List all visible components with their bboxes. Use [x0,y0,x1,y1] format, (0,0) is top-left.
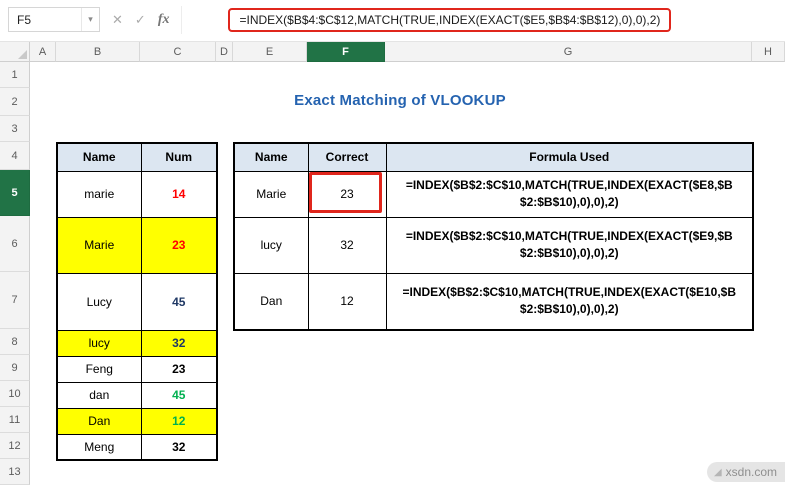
cell-num[interactable]: 23 [140,355,218,383]
row-header-11[interactable]: 11 [0,407,30,433]
watermark-logo-icon: ◢ [713,466,722,478]
cell-formula[interactable]: =INDEX($B$2:$C$10,MATCH(TRUE,INDEX(EXACT… [385,272,754,331]
cell-num[interactable]: 32 [140,329,218,357]
watermark-text: xsdn.com [725,465,777,479]
column-header-b[interactable]: B [56,42,140,62]
row-header-1[interactable]: 1 [0,62,30,88]
table-row: Meng 32 [56,433,218,461]
cancel-icon[interactable]: ✕ [112,12,123,28]
cell-formula[interactable]: =INDEX($B$2:$C$10,MATCH(TRUE,INDEX(EXACT… [385,216,754,274]
row-header-8[interactable]: 8 [0,329,30,355]
cell-name[interactable]: dan [56,381,142,409]
table-row: lucy 32 [56,329,218,357]
spreadsheet: A B C D E F G H 1 2 3 4 5 6 7 8 9 10 11 … [0,42,785,485]
cell-formula[interactable]: =INDEX($B$2:$C$10,MATCH(TRUE,INDEX(EXACT… [385,170,754,218]
column-header-f-selected[interactable]: F [307,42,385,62]
row-header-2[interactable]: 2 [0,88,30,116]
formula-bar-buttons: ✕ ✓ fx [100,12,181,28]
cell-name[interactable]: Marie [233,170,309,218]
table-row: Dan 12 =INDEX($B$2:$C$10,MATCH(TRUE,INDE… [233,272,754,331]
column-header-a[interactable]: A [30,42,56,62]
table-row: Marie 23 [56,216,218,274]
column-header-d[interactable]: D [216,42,233,62]
name-box-dropdown-icon[interactable]: ▾ [81,8,99,31]
select-all-corner[interactable] [0,42,30,62]
cell-name[interactable]: marie [56,170,142,218]
row-header-7[interactable]: 7 [0,272,30,329]
cell-num[interactable]: 45 [140,381,218,409]
row-header-5-selected[interactable]: 5 [0,170,30,216]
right-header-correct[interactable]: Correct [307,142,387,172]
cell-name[interactable]: Lucy [56,272,142,331]
watermark: ◢ xsdn.com [706,462,785,482]
column-header-g[interactable]: G [385,42,752,62]
name-num-table: Name Num marie 14 Marie 23 Lucy 45 lucy … [56,142,218,461]
cell-name[interactable]: Meng [56,433,142,461]
table-row: Marie 23 =INDEX($B$2:$C$10,MATCH(TRUE,IN… [233,170,754,218]
table-header-row: Name Num [56,142,218,172]
right-header-name[interactable]: Name [233,142,309,172]
cell-num[interactable]: 23 [140,216,218,274]
table-row: Feng 23 [56,355,218,383]
table-row: dan 45 [56,381,218,409]
cell-num[interactable]: 32 [140,433,218,461]
row-header-12[interactable]: 12 [0,433,30,459]
table-row: Dan 12 [56,407,218,435]
cell-correct[interactable]: 12 [307,272,387,331]
formula-bar-input[interactable]: =INDEX($B$4:$C$12,MATCH(TRUE,INDEX(EXACT… [181,5,777,34]
cell-name[interactable]: Dan [233,272,309,331]
formula-annotation-box: =INDEX($B$4:$C$12,MATCH(TRUE,INDEX(EXACT… [228,7,672,32]
cell-name[interactable]: lucy [233,216,309,274]
table-row: Lucy 45 [56,272,218,331]
cell-correct-selected[interactable]: 23 [307,170,387,218]
row-header-6[interactable]: 6 [0,216,30,272]
column-header-c[interactable]: C [140,42,216,62]
cell-num[interactable]: 45 [140,272,218,331]
column-header-h[interactable]: H [752,42,785,62]
cell-name[interactable]: lucy [56,329,142,357]
left-header-num[interactable]: Num [140,142,218,172]
cell-name[interactable]: Dan [56,407,142,435]
table-row: marie 14 [56,170,218,218]
table-row: lucy 32 =INDEX($B$2:$C$10,MATCH(TRUE,IND… [233,216,754,274]
cell-name[interactable]: Marie [56,216,142,274]
formula-toolbar: F5 ▾ ✕ ✓ fx =INDEX($B$4:$C$12,MATCH(TRUE… [0,0,785,42]
insert-function-icon[interactable]: fx [158,12,170,28]
table-header-row: Name Correct Formula Used [233,142,754,172]
row-header-9[interactable]: 9 [0,355,30,381]
cell-num[interactable]: 14 [140,170,218,218]
row-header-10[interactable]: 10 [0,381,30,407]
left-header-name[interactable]: Name [56,142,142,172]
sheet-title[interactable]: Exact Matching of VLOOKUP [130,92,670,109]
row-header-13[interactable]: 13 [0,459,30,485]
row-header-3[interactable]: 3 [0,116,30,142]
vlookup-result-table: Name Correct Formula Used Marie 23 =INDE… [233,142,754,331]
column-header-e[interactable]: E [233,42,307,62]
cell-num[interactable]: 12 [140,407,218,435]
name-box-value: F5 [17,12,32,27]
name-box[interactable]: F5 ▾ [8,7,100,32]
formula-text: =INDEX($B$4:$C$12,MATCH(TRUE,INDEX(EXACT… [239,12,661,27]
enter-icon[interactable]: ✓ [135,12,146,28]
row-header-4[interactable]: 4 [0,142,30,170]
cell-correct[interactable]: 32 [307,216,387,274]
right-header-formula[interactable]: Formula Used [385,142,754,172]
cell-name[interactable]: Feng [56,355,142,383]
